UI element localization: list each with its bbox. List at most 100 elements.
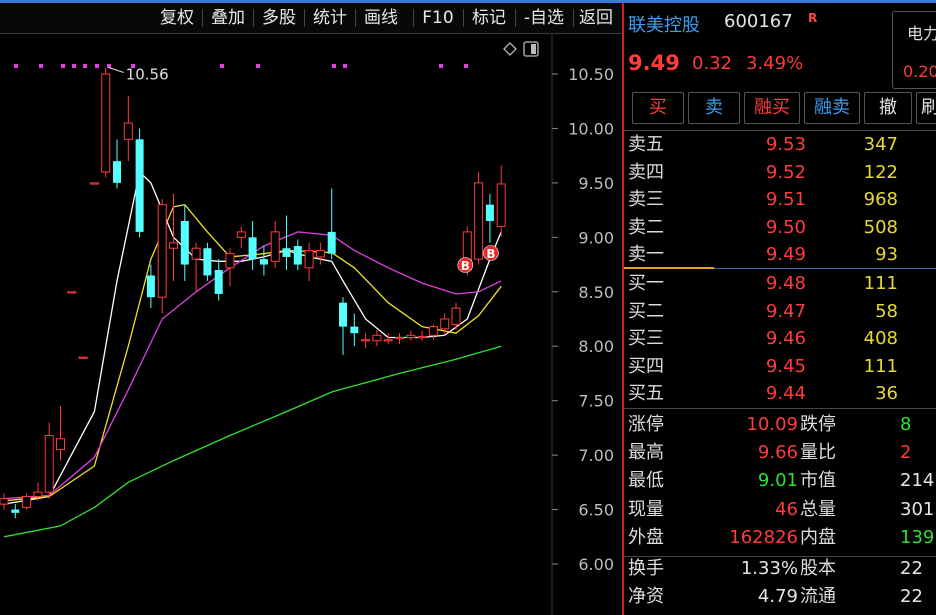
orderbook-row[interactable]: 买二 9.47 58 (624, 298, 936, 325)
candle-body-up[interactable] (451, 307, 461, 325)
candle-body-down[interactable] (203, 248, 212, 276)
toolbar-button[interactable]: -自选 (516, 3, 572, 33)
toolbar-button[interactable]: 画线 (356, 3, 406, 33)
divider (624, 556, 936, 557)
candle-body-down[interactable] (146, 275, 155, 298)
stat-row: 最高 9.66 量比 2 (624, 439, 936, 467)
trade-button[interactable]: 刷 (916, 92, 936, 124)
candle-body-up[interactable] (22, 495, 32, 508)
candle-body-down[interactable] (214, 270, 223, 294)
orderbook-row[interactable]: 卖一 9.49 93 (624, 241, 936, 268)
candle-body-up[interactable] (225, 253, 235, 269)
candle-body-up[interactable] (361, 339, 371, 342)
orderbook-row[interactable]: 买四 9.45 111 (624, 353, 936, 380)
candle-body-down[interactable] (248, 237, 257, 260)
toolbar-button[interactable]: 标记 (464, 3, 514, 33)
orderbook-row[interactable]: 卖五 9.53 347 (624, 131, 936, 158)
level-label: 卖三 (628, 189, 664, 210)
orderbook-row[interactable]: 卖三 9.51 968 (624, 186, 936, 213)
candle-body-down[interactable] (135, 139, 144, 232)
candle-body-up[interactable] (0, 498, 9, 505)
level-price: 9.53 (765, 134, 806, 155)
toolbar-button[interactable]: 多股 (254, 3, 304, 33)
stat-value: 2 (900, 442, 912, 464)
candle-body-up[interactable] (406, 334, 416, 339)
candle-body-up[interactable] (191, 247, 201, 260)
diamond-icon[interactable] (503, 42, 517, 56)
candle-body-up[interactable] (56, 438, 65, 451)
candle-body-down[interactable] (327, 231, 336, 254)
candle-body-up[interactable] (315, 249, 325, 258)
stock-name[interactable]: 联美控股 (628, 11, 700, 37)
candle-body-up[interactable] (440, 318, 450, 330)
level-price: 9.44 (765, 383, 806, 404)
signal-dot (464, 64, 468, 68)
level-volume: 968 (863, 189, 898, 210)
candle-body-down[interactable] (282, 248, 291, 257)
stat-value: 46 (775, 498, 798, 520)
candle-body-up[interactable] (395, 337, 404, 340)
stat-label: 量比 (800, 442, 836, 464)
candle-body-up[interactable] (101, 73, 111, 173)
trade-button[interactable]: 买 (632, 92, 684, 124)
candle-body-up[interactable] (44, 435, 54, 493)
toolbar-button[interactable]: 统计 (305, 3, 355, 33)
sector-box[interactable]: 电力 0.20 (892, 11, 936, 89)
candle-body-up[interactable] (496, 183, 506, 227)
signal-dot (439, 64, 443, 68)
stat-label: 总量 (800, 498, 836, 520)
margin-badge: R (808, 11, 818, 25)
trade-button[interactable]: 卖 (688, 92, 740, 124)
candle-body-up[interactable] (417, 335, 427, 339)
candle-body-down[interactable] (180, 221, 189, 265)
stat-label: 股本 (800, 558, 836, 579)
level-label: 卖五 (628, 134, 664, 155)
candle-body-up[interactable] (270, 231, 280, 262)
candle-body-up[interactable] (123, 122, 133, 140)
orderbook-row[interactable]: 买三 9.46 408 (624, 325, 936, 352)
toolbar-separator (202, 9, 203, 27)
price-change: 0.32 (692, 53, 733, 74)
candle-body-down[interactable] (350, 326, 359, 334)
candle-body-up[interactable] (169, 242, 178, 249)
level-price: 9.47 (765, 300, 806, 322)
candle-body-down[interactable] (113, 161, 121, 183)
orderbook-row[interactable]: 买五 9.44 36 (624, 380, 936, 407)
candle-body-up[interactable] (383, 339, 393, 342)
orderbook-row[interactable]: 买一 9.48 111 (624, 270, 936, 297)
trade-button[interactable]: 撤 (864, 92, 912, 124)
candle-body-up[interactable] (236, 231, 246, 238)
trade-button[interactable]: 融买 (744, 92, 800, 124)
orderbook-row[interactable]: 卖二 9.50 508 (624, 214, 936, 241)
toolbar-button[interactable]: 复权 (152, 3, 202, 33)
candle-body-up[interactable] (428, 326, 438, 336)
toolbar-button[interactable]: 返回 (574, 3, 618, 33)
high-price-label: 10.56 (126, 65, 169, 83)
candle-body-up[interactable] (33, 491, 43, 497)
candle-body-up[interactable] (304, 249, 314, 269)
candle-body-down[interactable] (11, 509, 20, 513)
stat-value: 139 (900, 526, 935, 548)
candle-body-up[interactable] (474, 182, 484, 260)
candle-body-up[interactable] (157, 204, 167, 298)
candle-body-up[interactable] (89, 182, 99, 185)
toolbar-button[interactable]: F10 (414, 3, 462, 33)
stat-label: 市值 (800, 470, 836, 492)
toolbar-button[interactable]: 叠加 (203, 3, 253, 33)
stock-code: 600167 (724, 11, 793, 32)
candlestick-chart[interactable]: 10.50 10.00 9.50 9.00 8.50 8.00 7.50 7.00 6.50 6.… (0, 34, 622, 615)
trade-button[interactable]: 融卖 (804, 92, 860, 124)
stat-label: 外盘 (628, 526, 664, 548)
candle-body-down[interactable] (293, 246, 302, 265)
candle-body-down[interactable] (339, 302, 347, 327)
signal-dot (332, 64, 336, 68)
stat-value: 301 (900, 498, 935, 520)
candle-body-up[interactable] (67, 291, 77, 294)
stat-value: 1.33% (740, 558, 798, 579)
candle-body-up[interactable] (372, 334, 382, 342)
candle-body-down[interactable] (259, 259, 268, 265)
level-price: 9.49 (765, 244, 806, 265)
candle-body-down[interactable] (485, 204, 494, 221)
orderbook-row[interactable]: 卖四 9.52 122 (624, 159, 936, 186)
candle-body-up[interactable] (78, 356, 88, 359)
